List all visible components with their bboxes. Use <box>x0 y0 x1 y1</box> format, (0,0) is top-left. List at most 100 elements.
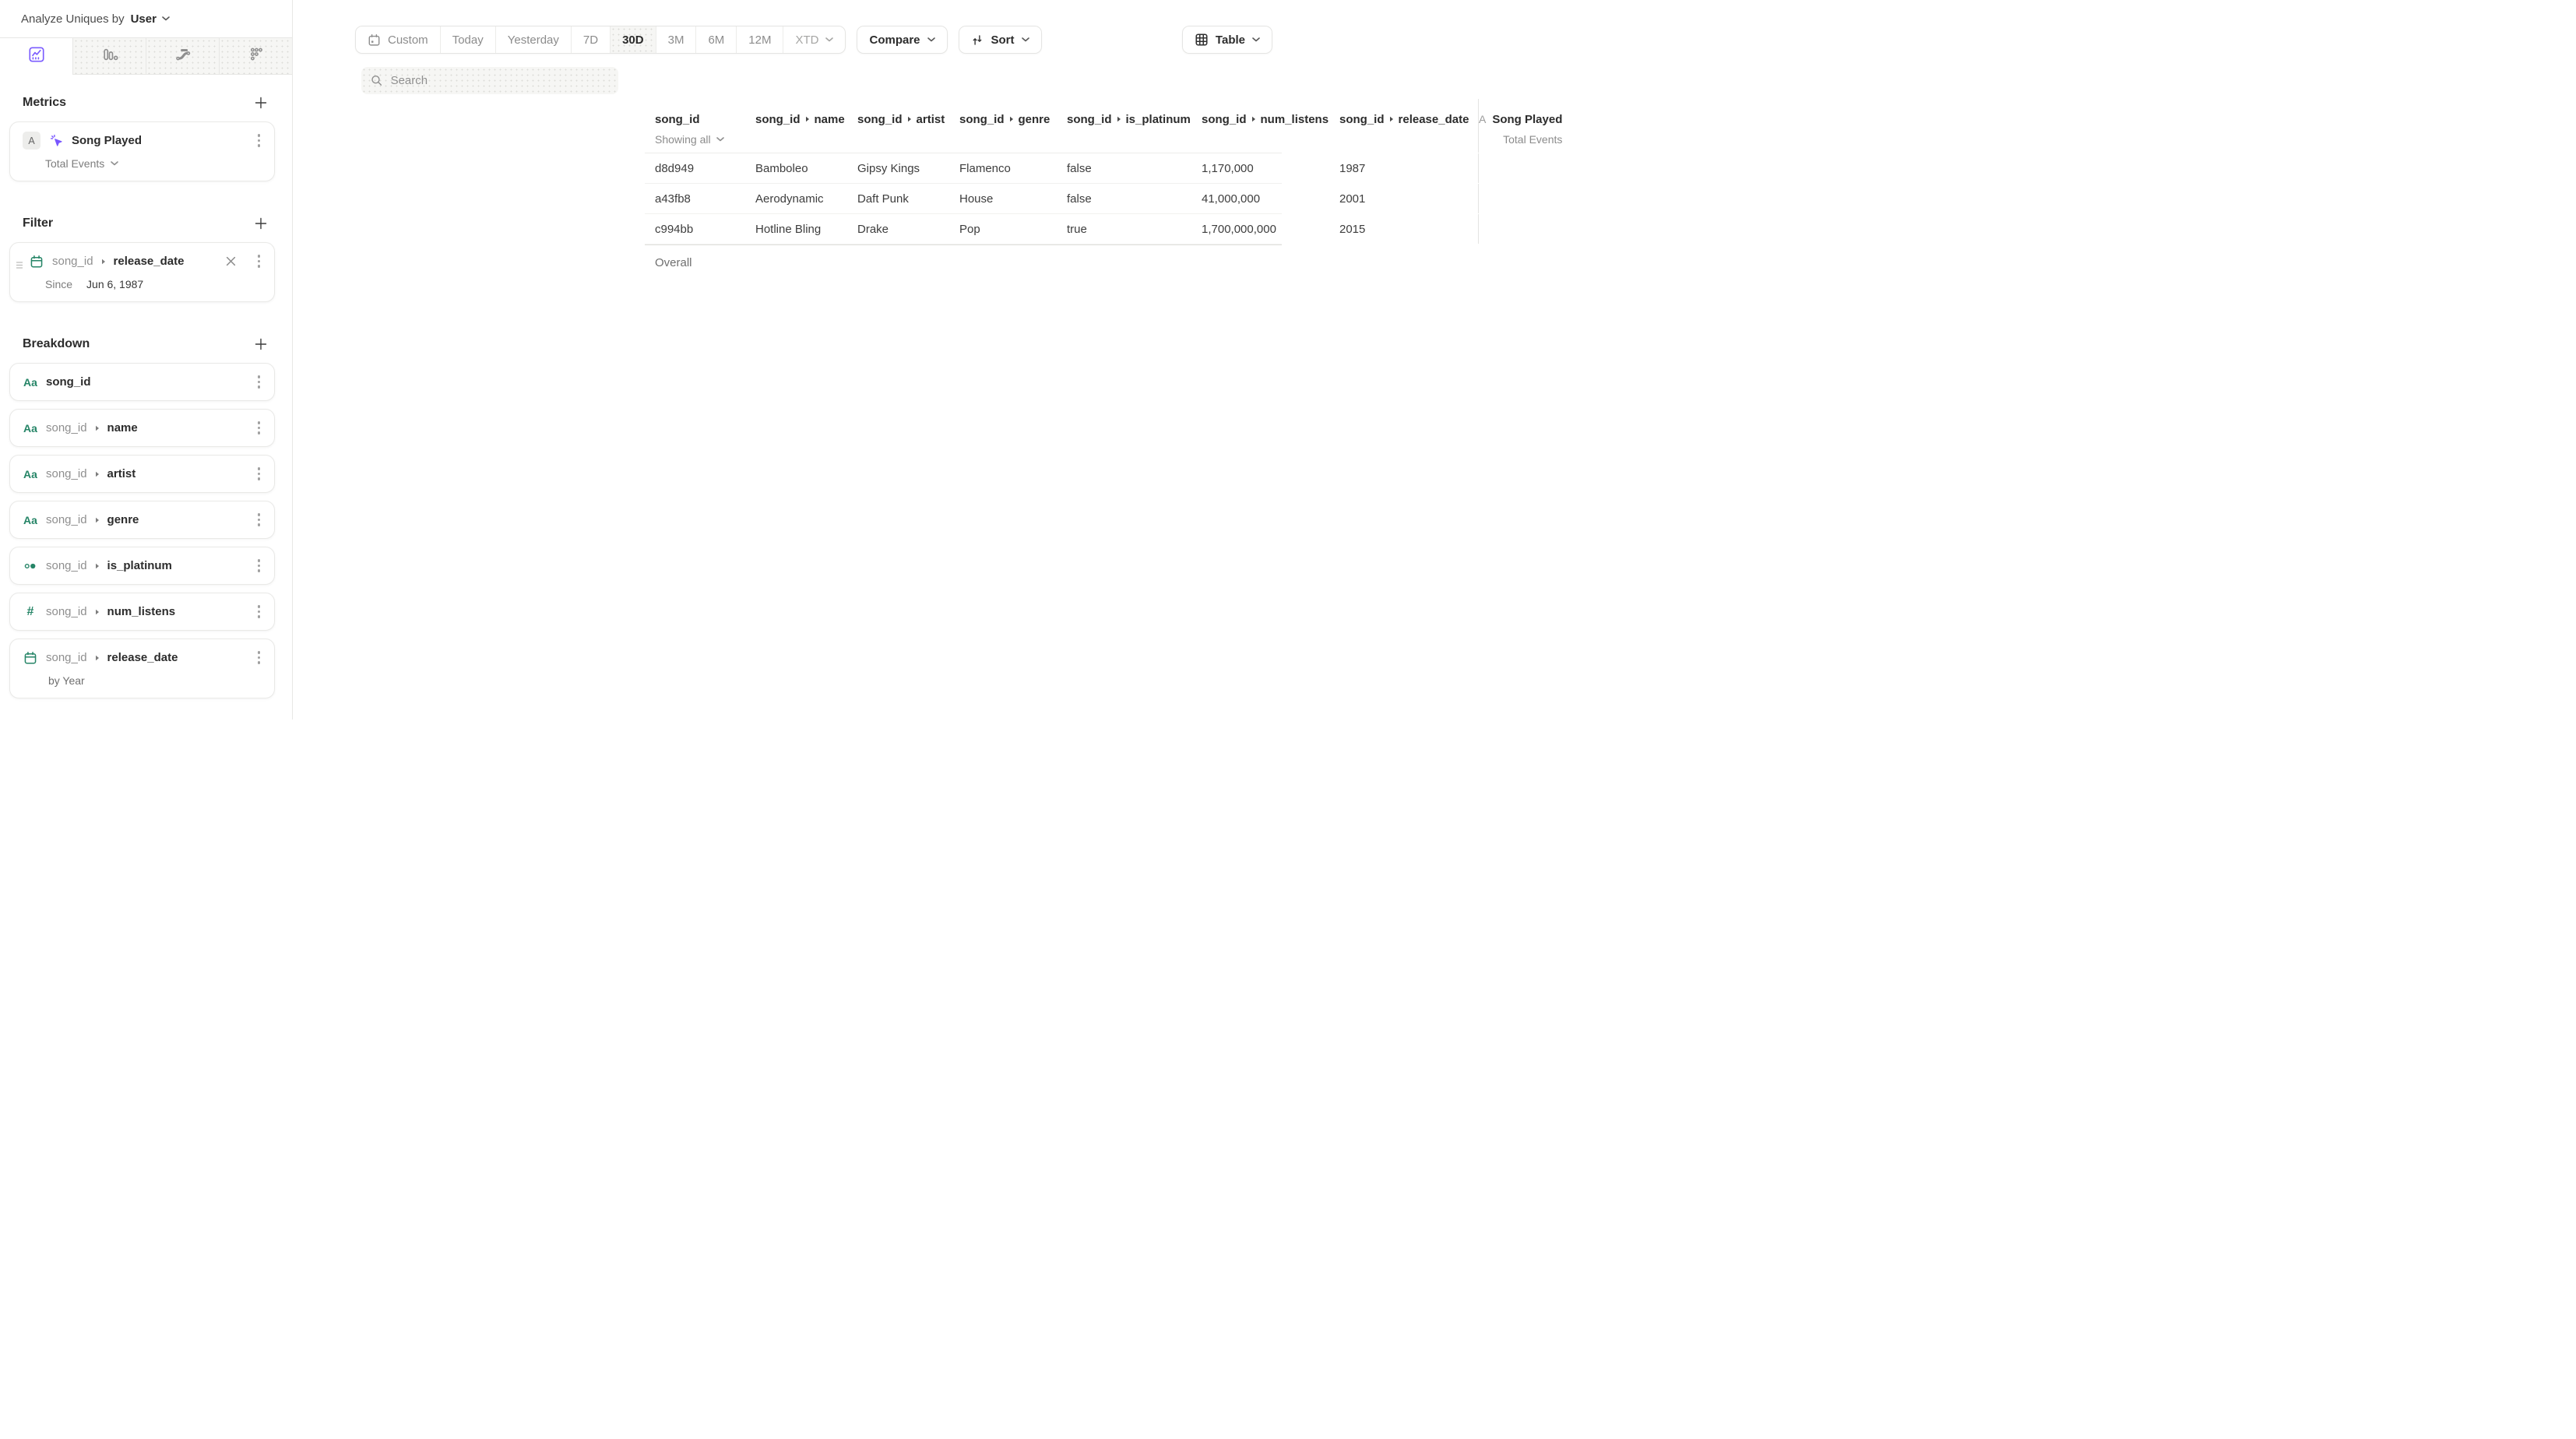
kebab-menu-icon[interactable] <box>256 252 262 271</box>
breakdown-property-label[interactable]: release_date <box>107 651 178 664</box>
view-type-button[interactable]: Table <box>1182 26 1272 54</box>
column-header-release-date[interactable]: song_idrelease_date <box>1339 99 1478 153</box>
date-range-today[interactable]: Today <box>440 26 495 53</box>
breakdown-card[interactable]: Aa song_id genre <box>9 501 275 539</box>
filter-heading: Filter <box>23 216 53 230</box>
sort-button[interactable]: Sort <box>959 26 1042 54</box>
column-parent: song_id <box>1202 113 1247 126</box>
column-header-metric[interactable]: A Song Played Total Events <box>1478 99 1571 153</box>
add-filter-button[interactable] <box>255 217 267 230</box>
date-range-30d[interactable]: 30D <box>610 26 656 53</box>
cell-artist: Drake <box>857 223 959 236</box>
table-search[interactable] <box>361 67 618 94</box>
kebab-menu-icon[interactable] <box>256 418 262 438</box>
date-range-6m[interactable]: 6M <box>695 26 736 53</box>
column-parent: song_id <box>1067 113 1112 126</box>
date-range-12m[interactable]: 12M <box>736 26 783 53</box>
date-range-custom[interactable]: Custom <box>356 26 440 53</box>
add-metric-button[interactable] <box>255 97 267 109</box>
aggregation-selector[interactable]: Total Events <box>45 157 262 171</box>
filter-value[interactable]: Jun 6, 1987 <box>86 278 143 290</box>
breadcrumb-arrow-icon <box>95 425 100 431</box>
tab-line-chart[interactable] <box>0 38 72 75</box>
breakdown-card[interactable]: Aa song_id <box>9 363 275 401</box>
cell-release-date: 1987 <box>1339 162 1478 175</box>
flow-chart-icon <box>174 46 192 67</box>
kebab-menu-icon[interactable] <box>256 510 262 530</box>
metrics-heading: Metrics <box>23 96 66 110</box>
cell-genre: House <box>959 192 1067 206</box>
close-icon[interactable] <box>224 255 238 268</box>
cell-is-platinum: false <box>1067 192 1202 206</box>
breakdown-card[interactable]: Aa song_id name <box>9 409 275 447</box>
breakdown-modifier[interactable]: by Year <box>48 674 262 688</box>
aggregation-value: Total Events <box>45 157 104 170</box>
date-range-7d[interactable]: 7D <box>571 26 610 53</box>
filter-operator[interactable]: Since <box>45 278 72 290</box>
chevron-down-icon <box>825 37 833 42</box>
table-row[interactable]: d8d949 Bamboleo Gipsy Kings Flamenco fal… <box>645 153 1282 184</box>
kebab-menu-icon[interactable] <box>256 602 262 621</box>
analyze-entity-selector[interactable]: User <box>131 12 170 26</box>
column-label: genre <box>1019 113 1050 126</box>
breakdown-card[interactable]: Aa song_id artist <box>9 455 275 493</box>
breakdown-card[interactable]: # song_id num_listens <box>9 593 275 631</box>
chevron-down-icon <box>1252 37 1260 42</box>
breadcrumb-arrow-icon <box>1009 116 1014 122</box>
chevron-down-icon <box>111 161 118 166</box>
add-breakdown-button[interactable] <box>255 338 267 350</box>
column-header-song-id[interactable]: song_id Showing all <box>645 99 755 153</box>
column-header-genre[interactable]: song_idgenre <box>959 99 1067 153</box>
breadcrumb-arrow-icon <box>1117 116 1121 122</box>
date-range-label: Today <box>452 33 484 47</box>
breakdown-property-label[interactable]: num_listens <box>107 605 176 618</box>
tab-scatter-chart[interactable] <box>219 38 292 75</box>
date-range-control: Custom Today Yesterday 7D 30D 3M 6M 12M … <box>355 26 846 54</box>
cell-genre: Flamenco <box>959 162 1067 175</box>
kebab-menu-icon[interactable] <box>256 556 262 575</box>
column-parent: song_id <box>755 113 801 126</box>
table-row[interactable]: a43fb8 Aerodynamic Daft Punk House false… <box>645 184 1282 214</box>
metric-event-name[interactable]: Song Played <box>72 134 142 147</box>
tab-bar-chart[interactable] <box>72 38 146 75</box>
column-header-num-listens[interactable]: song_idnum_listens <box>1202 99 1339 153</box>
search-input[interactable] <box>391 74 609 87</box>
calendar-icon <box>368 33 381 47</box>
chevron-down-icon <box>927 37 935 42</box>
breakdown-property-label[interactable]: name <box>107 421 138 435</box>
column-header-name[interactable]: song_id name <box>755 99 857 153</box>
table-grid-icon <box>1195 33 1209 47</box>
event-click-icon <box>48 133 64 148</box>
table-row[interactable]: c994bb Hotline Bling Drake Pop true 1,70… <box>645 214 1282 245</box>
filter-card[interactable]: song_id release_date Since Jun 6, 1987 <box>9 242 275 302</box>
drag-handle-icon[interactable] <box>16 259 23 273</box>
column-header-is-platinum[interactable]: song_idis_platinum <box>1067 99 1202 153</box>
cell-song-id: d8d949 <box>645 162 755 175</box>
compare-button[interactable]: Compare <box>857 26 947 54</box>
breadcrumb-arrow-icon <box>95 655 100 661</box>
breakdown-property-label[interactable]: is_platinum <box>107 559 172 572</box>
date-range-xtd[interactable]: XTD <box>783 26 845 53</box>
table-overall-row: Overall 3 <box>645 245 1282 280</box>
date-range-3m[interactable]: 3M <box>656 26 696 53</box>
metric-card[interactable]: A Song Played Total Events <box>9 121 275 181</box>
column-label: name <box>815 113 845 126</box>
breakdown-card[interactable]: song_id release_date by Year <box>9 639 275 698</box>
breakdown-card[interactable]: song_id is_platinum <box>9 547 275 585</box>
cell-is-platinum: false <box>1067 162 1202 175</box>
tab-flow-chart[interactable] <box>146 38 219 75</box>
kebab-menu-icon[interactable] <box>256 372 262 392</box>
breakdown-property-label[interactable]: song_id <box>46 375 91 389</box>
kebab-menu-icon[interactable] <box>256 648 262 667</box>
breadcrumb-arrow-icon <box>95 471 100 477</box>
date-range-yesterday[interactable]: Yesterday <box>495 26 571 53</box>
breakdown-property-label[interactable]: genre <box>107 513 139 526</box>
breakdown-property-label[interactable]: artist <box>107 467 136 480</box>
kebab-menu-icon[interactable] <box>256 131 262 150</box>
column-header-artist[interactable]: song_idartist <box>857 99 959 153</box>
kebab-menu-icon[interactable] <box>256 464 262 484</box>
analyze-prefix-label: Analyze Uniques by <box>21 12 125 26</box>
showing-all-selector[interactable]: Showing all <box>655 132 755 146</box>
breadcrumb-arrow-icon <box>95 517 100 523</box>
filter-property-label[interactable]: release_date <box>114 255 185 268</box>
